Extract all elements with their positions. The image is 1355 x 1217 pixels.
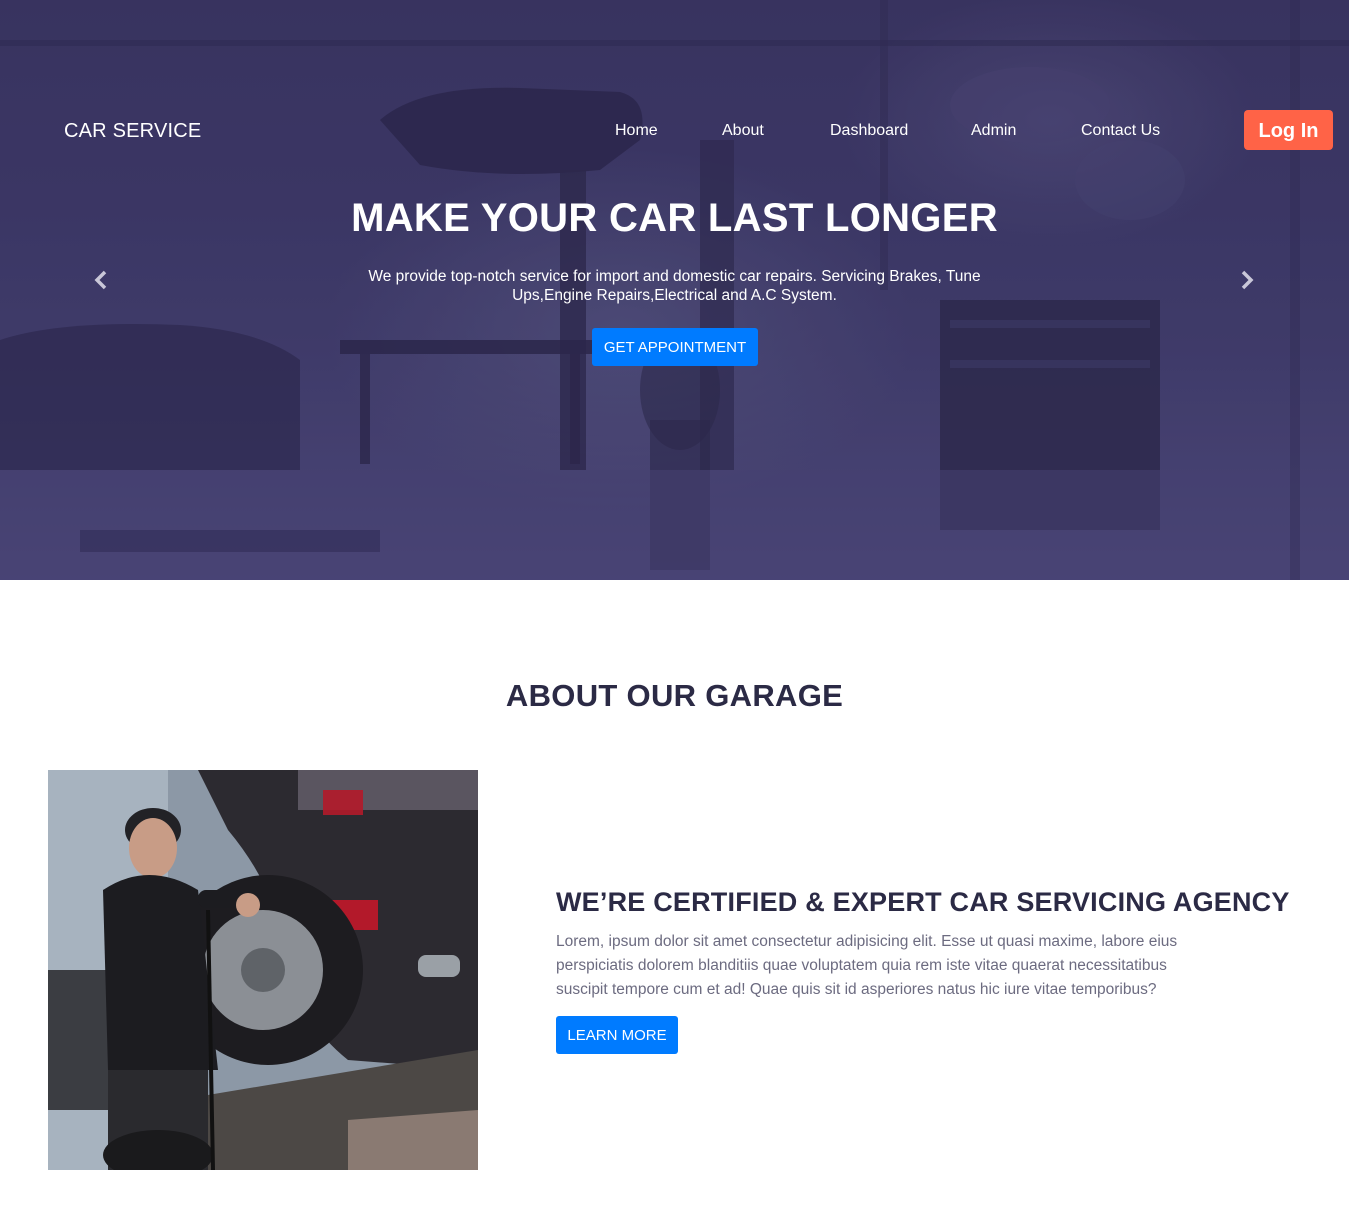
get-appointment-button[interactable]: GET APPOINTMENT (592, 328, 758, 366)
about-description: Lorem, ipsum dolor sit amet consectetur … (556, 933, 1178, 998)
nav-contact-link[interactable]: Contact Us (1081, 122, 1160, 140)
login-button[interactable]: Log In (1244, 110, 1333, 150)
learn-more-button[interactable]: LEARN MORE (556, 1016, 678, 1054)
nav-home-link[interactable]: Home (615, 122, 658, 140)
brand-logo[interactable]: CAR SERVICE (64, 120, 201, 143)
nav-admin-link[interactable]: Admin (971, 122, 1016, 140)
carousel-next-button[interactable] (1232, 265, 1262, 295)
about-subheading: WE’RE CERTIFIED & EXPERT CAR SERVICING A… (556, 887, 1290, 917)
about-heading: ABOUT OUR GARAGE (505, 678, 844, 713)
nav-about-link[interactable]: About (722, 122, 764, 140)
mechanic-photo (48, 770, 478, 1170)
nav-dashboard-link[interactable]: Dashboard (830, 122, 908, 140)
hero-carousel: CAR SERVICE Home About Dashboard Admin C… (0, 0, 1349, 580)
chevron-right-icon (1241, 270, 1254, 290)
hero-title: MAKE YOUR CAR LAST LONGER (351, 196, 998, 240)
carousel-prev-button[interactable] (86, 265, 116, 295)
chevron-left-icon (94, 270, 107, 290)
hero-subtitle: We provide top-notch service for import … (368, 268, 981, 304)
mechanic-illustration (48, 770, 478, 1170)
